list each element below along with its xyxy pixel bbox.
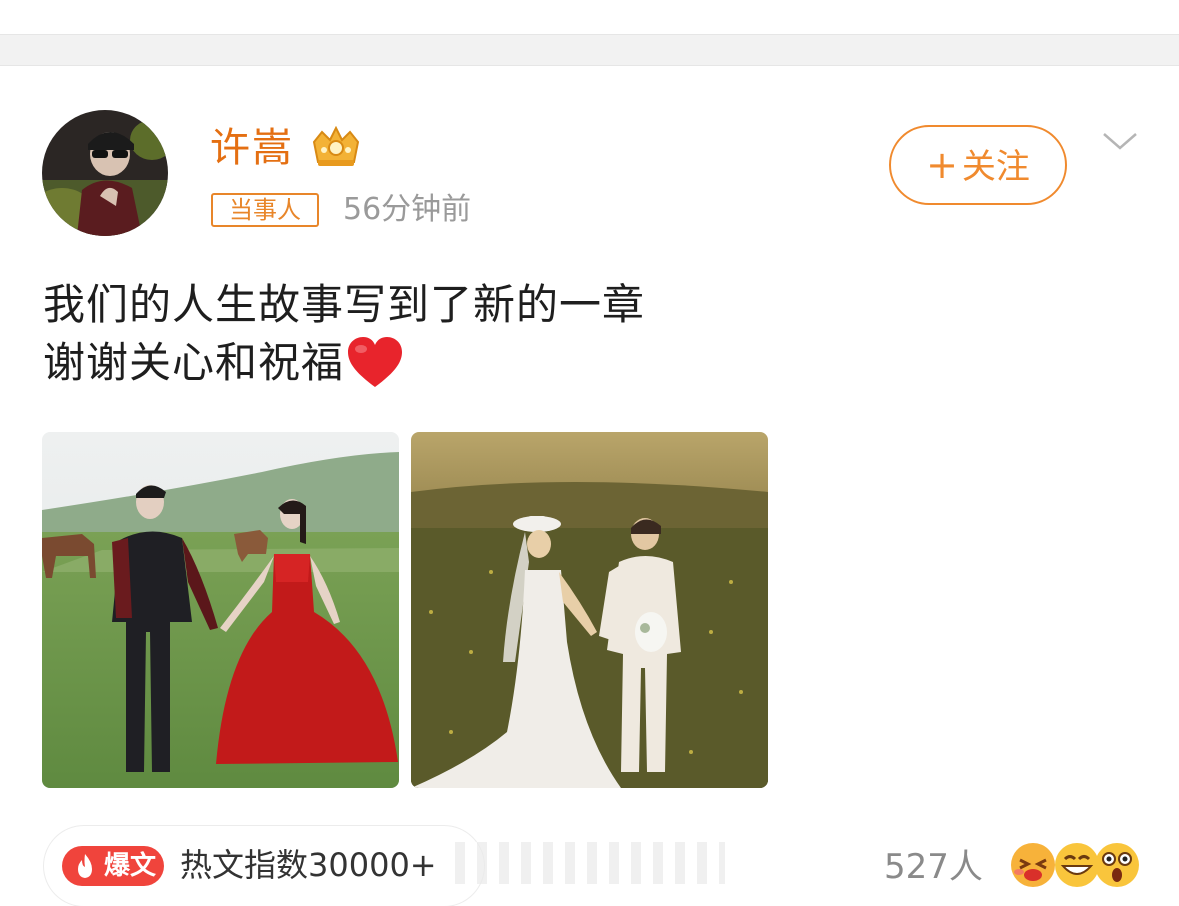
role-tag: 当事人 <box>211 193 319 227</box>
follow-button-label: 关注 <box>961 147 1030 187</box>
avatar-image <box>42 110 168 236</box>
photo-red-gown-couple <box>42 432 399 788</box>
hot-index-text: 热文指数30000+ <box>180 846 437 884</box>
post-text-line-2: 谢谢关心和祝福 <box>43 334 645 392</box>
vip-crown-icon[interactable] <box>308 125 364 170</box>
post-text-line-1: 我们的人生故事写到了新的一章 <box>43 280 646 329</box>
reaction-count[interactable]: 527人 <box>884 844 983 890</box>
author-name[interactable]: 许嵩 <box>210 124 294 172</box>
shocked-icon <box>1094 842 1140 888</box>
feed-separator <box>0 34 1179 66</box>
chevron-down-icon[interactable] <box>1100 126 1140 156</box>
plus-icon: + <box>926 143 958 187</box>
squint-laugh-icon <box>1010 842 1056 888</box>
hot-badge-label: 爆文 <box>104 851 157 881</box>
post-timestamp: 56分钟前 <box>343 192 472 227</box>
red-heart-icon <box>346 335 404 391</box>
top-bar <box>0 0 1179 34</box>
avatar[interactable] <box>42 110 168 236</box>
post-text-line-2-text: 谢谢关心和祝福 <box>43 338 345 387</box>
post-image-1[interactable] <box>42 432 399 788</box>
hot-index-fade <box>455 842 725 884</box>
follow-button[interactable]: + 关注 <box>889 125 1067 205</box>
flame-icon <box>72 852 98 880</box>
post-image-2[interactable] <box>411 432 768 788</box>
post-text: 我们的人生故事写到了新的一章 谢谢关心和祝福 <box>43 276 645 392</box>
photo-white-gown-couple <box>411 432 768 788</box>
